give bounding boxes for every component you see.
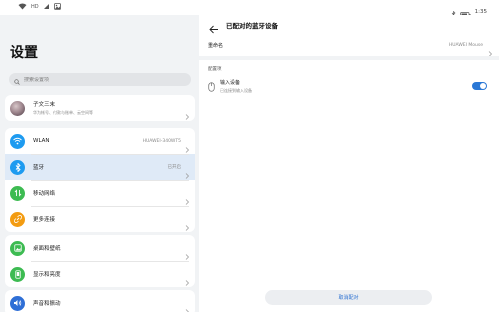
sidebar-item-bluetooth[interactable]: 蓝牙 已开启	[5, 154, 195, 180]
chevron-right-icon	[185, 216, 190, 232]
input-device-title: 输入设备	[220, 79, 241, 86]
detail-panel: 已配对的蓝牙设备 重命名 HUAWEI Mouse 配置项 输入设备 已连接到输…	[199, 15, 499, 312]
status-hd-label: HD	[31, 3, 39, 10]
mobile-network-icon	[10, 185, 25, 201]
sidebar-item-display[interactable]: 显示和亮度	[5, 261, 195, 287]
sidebar-item-label: 移动网络	[33, 191, 56, 197]
status-bar: HD 1:35	[0, 0, 499, 19]
sidebar-item-wlan[interactable]: WLAN HUAWEI-340WT5	[5, 128, 195, 154]
toggle-knob	[480, 83, 486, 89]
back-arrow-icon[interactable]	[209, 19, 219, 38]
sound-card: 声音和振动	[5, 290, 195, 312]
device-name: HUAWEI Mouse	[448, 42, 483, 48]
chevron-right-icon	[185, 271, 190, 287]
display-card: 桌面和壁纸 显示和亮度	[5, 235, 195, 287]
avatar	[10, 100, 25, 116]
sidebar-item-label: 声音和振动	[33, 301, 61, 307]
display-icon	[10, 266, 25, 282]
sidebar-item-value: 已开启	[167, 165, 182, 170]
sidebar-item-label: WLAN	[33, 138, 50, 144]
account-row[interactable]: 子文三末 华为帐号、付款与账单、云空间等	[5, 95, 195, 121]
rename-label: 重命名	[208, 42, 224, 49]
section-label: 配置项	[208, 67, 222, 72]
page-title: 已配对的蓝牙设备	[226, 22, 278, 30]
more-connections-icon	[10, 211, 25, 227]
connectivity-card: WLAN HUAWEI-340WT5 蓝牙 已开启 移动网络 更多连接	[5, 128, 195, 232]
unpair-button[interactable]: 取消配对	[265, 290, 432, 305]
account-subtitle: 华为帐号、付款与账单、云空间等	[33, 110, 93, 115]
mouse-icon	[208, 77, 215, 96]
sidebar-item-wallpaper[interactable]: 桌面和壁纸	[5, 235, 195, 261]
search-icon	[14, 70, 20, 89]
sidebar-item-label: 显示和亮度	[33, 272, 61, 278]
signal-icon	[43, 3, 50, 10]
bluetooth-icon	[10, 159, 25, 175]
sidebar-item-label: 蓝牙	[33, 165, 45, 171]
page-title: 设置	[10, 45, 38, 61]
sidebar-item-mobile-network[interactable]: 移动网络	[5, 180, 195, 206]
search-input[interactable]	[24, 76, 174, 83]
section-divider	[199, 56, 499, 60]
sidebar-item-label: 桌面和壁纸	[33, 246, 61, 252]
input-device-toggle[interactable]	[472, 82, 487, 90]
status-bar-left: HD	[18, 3, 61, 10]
wifi-icon	[18, 3, 27, 10]
wallpaper-icon	[10, 240, 25, 256]
sidebar-item-sound[interactable]: 声音和振动	[5, 290, 195, 312]
settings-sidebar: 设置 子文三末 华为帐号、付款与账单、云空间等 WLAN HUAWEI-340W…	[0, 15, 199, 312]
profile-card[interactable]: 子文三末 华为帐号、付款与账单、云空间等	[5, 95, 195, 121]
search-box[interactable]	[9, 73, 191, 86]
chevron-right-icon	[185, 300, 190, 312]
account-name: 子文三末	[33, 102, 56, 108]
rename-row[interactable]: 重命名 HUAWEI Mouse	[208, 37, 493, 57]
wifi-icon	[10, 133, 25, 149]
sidebar-item-label: 更多连接	[33, 217, 56, 223]
chevron-right-icon	[185, 105, 190, 121]
sidebar-item-more-connections[interactable]: 更多连接	[5, 206, 195, 232]
image-icon	[53, 3, 61, 10]
input-device-subtitle: 已连接到输入设备	[220, 87, 252, 93]
sidebar-item-value: HUAWEI-340WT5	[142, 138, 181, 144]
input-device-row[interactable]: 输入设备 已连接到输入设备	[208, 77, 492, 95]
sound-icon	[10, 295, 25, 311]
